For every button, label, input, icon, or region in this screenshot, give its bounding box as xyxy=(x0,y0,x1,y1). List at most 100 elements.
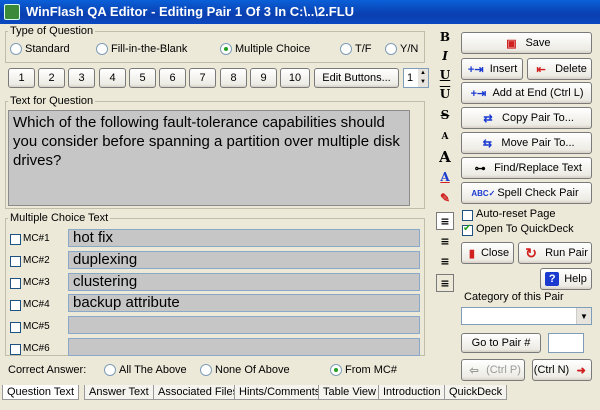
radio-dot xyxy=(340,43,352,55)
radio-tf[interactable]: T/F xyxy=(340,41,372,57)
mc1-field[interactable]: hot fix xyxy=(68,229,420,247)
pair-button-6[interactable]: 6 xyxy=(159,68,186,88)
spell-check-button[interactable]: ABC✓ Spell Check Pair xyxy=(461,182,592,204)
pair-button-5[interactable]: 5 xyxy=(129,68,156,88)
insert-label: Insert xyxy=(489,63,518,75)
next-pair-button[interactable]: (Ctrl N) ➜ xyxy=(532,359,592,381)
mc5-label: MC#5 xyxy=(23,321,50,332)
pair-button-3[interactable]: 3 xyxy=(68,68,95,88)
auto-reset-checkbox[interactable] xyxy=(462,210,473,221)
pair-button-8[interactable]: 8 xyxy=(220,68,247,88)
pair-spinner[interactable]: 1 ▲ ▼ xyxy=(403,68,429,88)
mc4-field[interactable]: backup attribute xyxy=(68,294,420,312)
tab-quickdeck[interactable]: QuickDeck xyxy=(444,385,508,400)
bottom-tab-strip: Question Text Answer Text Associated Fil… xyxy=(0,385,600,410)
highlighter-icon[interactable]: ✎ xyxy=(436,189,454,207)
mc1-checkbox[interactable] xyxy=(10,234,21,245)
copy-pair-label: Copy Pair To... xyxy=(502,112,574,124)
radio-from-mc[interactable]: From MC# xyxy=(330,362,397,378)
tab-introduction[interactable]: Introduction xyxy=(378,385,446,400)
insert-icon: +⇥ xyxy=(467,63,484,76)
mc3-label: MC#3 xyxy=(23,277,50,288)
pair-number-input[interactable] xyxy=(548,333,584,353)
mc3-checkbox[interactable] xyxy=(10,278,21,289)
pair-button-2[interactable]: 2 xyxy=(38,68,65,88)
mc3-field[interactable]: clustering xyxy=(68,273,420,291)
category-select[interactable]: ▼ xyxy=(461,307,592,325)
tab-question-text[interactable]: Question Text xyxy=(2,385,80,400)
radio-standard[interactable]: Standard xyxy=(10,41,70,57)
run-pair-button[interactable]: ↻ Run Pair xyxy=(518,242,592,264)
pair-button-7[interactable]: 7 xyxy=(189,68,216,88)
tab-table-view[interactable]: Table View xyxy=(318,385,381,400)
category-label: Category of this Pair xyxy=(464,291,564,303)
save-button[interactable]: ▣ Save xyxy=(461,32,592,54)
delete-button[interactable]: ⇤ Delete xyxy=(527,58,592,80)
radio-dot xyxy=(104,364,116,376)
help-button[interactable]: ? Help xyxy=(540,268,592,290)
close-label: Close xyxy=(480,247,510,259)
question-text-area[interactable]: Which of the following fault-tolerance c… xyxy=(8,110,410,206)
close-button[interactable]: ▮ Close xyxy=(461,242,514,264)
edit-buttons-button[interactable]: Edit Buttons... xyxy=(314,68,399,88)
spinner-arrows-icon[interactable]: ▲ ▼ xyxy=(418,69,428,87)
mc4-label: MC#4 xyxy=(23,299,50,310)
align-right-icon[interactable]: ≡ xyxy=(436,252,454,270)
save-icon: ▣ xyxy=(506,37,517,50)
find-replace-button[interactable]: ⊶ Find/Replace Text xyxy=(461,157,592,179)
radio-dot xyxy=(200,364,212,376)
radio-label: T/F xyxy=(355,43,372,55)
open-quickdeck-checkbox[interactable] xyxy=(462,223,473,236)
strikethrough-icon[interactable]: S xyxy=(436,106,454,124)
overline-icon[interactable]: U xyxy=(436,85,454,103)
chevron-down-icon[interactable]: ▼ xyxy=(576,308,591,324)
pair-button-1[interactable]: 1 xyxy=(8,68,35,88)
tab-associated-files[interactable]: Associated Files xyxy=(153,385,244,400)
add-at-end-button[interactable]: +⇥ Add at End (Ctrl L) xyxy=(461,82,592,104)
mc5-field[interactable] xyxy=(68,316,420,334)
pair-button-4[interactable]: 4 xyxy=(99,68,126,88)
move-pair-button[interactable]: ⇆ Move Pair To... xyxy=(461,132,592,154)
save-label: Save xyxy=(525,37,551,49)
font-smaller-icon[interactable]: A xyxy=(436,128,454,146)
title-bar[interactable]: WinFlash QA Editor - Editing Pair 1 Of 3… xyxy=(0,0,600,24)
mc5-checkbox[interactable] xyxy=(10,322,21,333)
pair-button-9[interactable]: 9 xyxy=(250,68,277,88)
justify-icon[interactable]: ≡ xyxy=(436,274,454,292)
radio-yn[interactable]: Y/N xyxy=(385,41,418,57)
door-icon: ▮ xyxy=(468,247,475,260)
insert-button[interactable]: +⇥ Insert xyxy=(461,58,523,80)
window-title: WinFlash QA Editor - Editing Pair 1 Of 3… xyxy=(26,4,355,19)
auto-reset-label: Auto-reset Page xyxy=(476,208,556,220)
underline-icon[interactable]: U xyxy=(436,66,454,84)
next-pair-label: (Ctrl N) xyxy=(533,364,570,376)
radio-none-of-above[interactable]: None Of Above xyxy=(200,362,290,378)
radio-all-the-above[interactable]: All The Above xyxy=(104,362,187,378)
previous-pair-button[interactable]: ⇦ (Ctrl P) xyxy=(461,359,525,381)
mc4-checkbox[interactable] xyxy=(10,300,21,311)
bold-icon[interactable]: B xyxy=(436,28,454,46)
radio-dot-selected xyxy=(220,43,232,55)
mc6-field[interactable] xyxy=(68,338,420,356)
font-color-icon[interactable]: A xyxy=(436,168,454,186)
copy-pair-button[interactable]: ⇄ Copy Pair To... xyxy=(461,107,592,129)
mc6-checkbox[interactable] xyxy=(10,344,21,355)
align-center-icon[interactable]: ≡ xyxy=(436,232,454,250)
spell-check-icon: ABC✓ xyxy=(471,188,496,198)
mc2-field[interactable]: duplexing xyxy=(68,251,420,269)
radio-multiple-choice[interactable]: Multiple Choice xyxy=(220,41,310,57)
binoculars-icon: ⊶ xyxy=(474,162,486,175)
radio-fill-in-blank[interactable]: Fill-in-the-Blank xyxy=(96,41,187,57)
go-to-pair-button[interactable]: Go to Pair # xyxy=(461,333,541,353)
correct-answer-label: Correct Answer: xyxy=(8,364,87,376)
tab-answer-text[interactable]: Answer Text xyxy=(84,385,154,400)
tab-hints-comments[interactable]: Hints/Comments xyxy=(234,385,326,400)
font-larger-icon[interactable]: A xyxy=(436,148,454,166)
radio-dot xyxy=(10,43,22,55)
align-left-icon[interactable]: ≡ xyxy=(436,212,454,230)
pair-button-10[interactable]: 10 xyxy=(280,68,310,88)
mc2-checkbox[interactable] xyxy=(10,256,21,267)
previous-pair-label: (Ctrl P) xyxy=(486,364,521,376)
mc1-label: MC#1 xyxy=(23,233,50,244)
italic-icon[interactable]: I xyxy=(436,47,454,65)
